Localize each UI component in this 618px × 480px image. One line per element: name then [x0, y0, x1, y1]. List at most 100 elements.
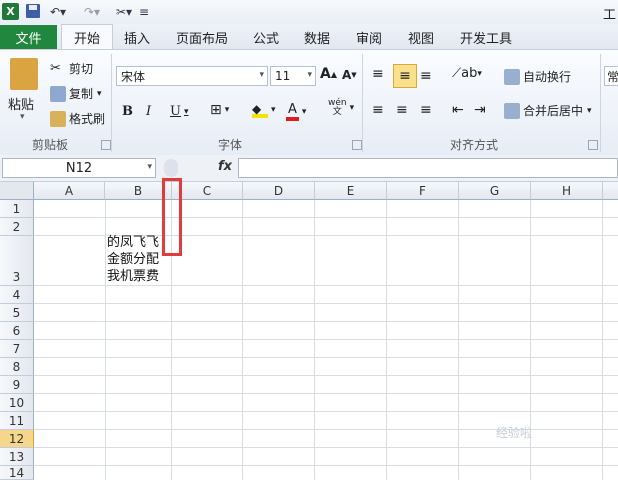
- row-header-14[interactable]: 14: [0, 466, 34, 480]
- merge-icon: [504, 102, 520, 119]
- orientation-button[interactable]: ⟋ab ▾: [452, 66, 482, 81]
- number-format-value: 常: [607, 69, 618, 84]
- grid-line: [242, 200, 243, 480]
- tab-review[interactable]: 审阅: [350, 25, 388, 49]
- row-header-12[interactable]: 12: [0, 430, 34, 448]
- decrease-indent-button[interactable]: ⇤: [452, 102, 464, 118]
- column-header-f[interactable]: F: [387, 182, 459, 200]
- align-top-button[interactable]: ≡: [372, 66, 384, 82]
- grid-line: [34, 465, 618, 466]
- row-header-13[interactable]: 13: [0, 448, 34, 466]
- highlight-box: [162, 178, 182, 256]
- align-center-button[interactable]: ≡: [396, 102, 408, 118]
- align-left-button[interactable]: ≡: [372, 102, 384, 118]
- wrap-text-icon: [504, 68, 520, 85]
- group-divider: [600, 54, 601, 152]
- row-header-2[interactable]: 2: [0, 218, 34, 236]
- font-size-combo[interactable]: 11 ▾: [270, 66, 316, 86]
- chevron-down-icon: ▾: [147, 162, 152, 172]
- align-right-button[interactable]: ≡: [420, 102, 432, 118]
- row-header-8[interactable]: 8: [0, 358, 34, 376]
- format-painter-button[interactable]: 格式刷: [50, 110, 105, 127]
- grid-line: [314, 200, 315, 480]
- window-title: 工: [602, 8, 616, 23]
- row-header-11[interactable]: 11: [0, 412, 34, 430]
- column-header-g[interactable]: G: [459, 182, 531, 200]
- row-header-4[interactable]: 4: [0, 286, 34, 304]
- tab-home[interactable]: 开始: [61, 24, 113, 49]
- grid-line: [458, 200, 459, 480]
- name-box[interactable]: N12 ▾: [2, 158, 156, 178]
- row-header-6[interactable]: 6: [0, 322, 34, 340]
- row-header-9[interactable]: 9: [0, 376, 34, 394]
- align-middle-button[interactable]: ≡: [393, 64, 417, 88]
- format-painter-label: 格式刷: [69, 112, 106, 126]
- font-name-combo[interactable]: 宋体 ▾: [116, 66, 268, 86]
- row-header-1[interactable]: 1: [0, 200, 34, 218]
- cut-label: 剪切: [69, 62, 94, 76]
- wrap-text-label: 自动换行: [523, 70, 572, 84]
- tab-insert[interactable]: 插入: [118, 25, 156, 49]
- font-size-value: 11: [275, 69, 291, 83]
- scissors-icon: ✂: [50, 60, 61, 76]
- grid-line: [34, 303, 618, 304]
- cut-button[interactable]: ✂ 剪切: [50, 60, 93, 77]
- column-header-a[interactable]: A: [34, 182, 105, 200]
- align-bottom-button[interactable]: ≡: [420, 68, 432, 84]
- tab-page-layout[interactable]: 页面布局: [170, 25, 234, 49]
- grid-line: [34, 339, 618, 340]
- insert-function-icon[interactable]: fx: [218, 159, 232, 174]
- redo-icon[interactable]: ↷▾: [82, 3, 102, 20]
- tab-developer[interactable]: 开发工具: [454, 25, 518, 49]
- formula-input[interactable]: [238, 158, 618, 178]
- clipboard-group-label: 剪贴板: [31, 138, 68, 152]
- number-format-combo[interactable]: 常: [604, 66, 618, 86]
- row-header-7[interactable]: 7: [0, 340, 34, 358]
- customize-qat-icon[interactable]: ≡: [138, 3, 150, 20]
- select-all-corner[interactable]: [0, 182, 34, 200]
- excel-icon[interactable]: X: [2, 3, 19, 20]
- font-color-button[interactable]: A ▾: [286, 102, 306, 121]
- tab-formulas[interactable]: 公式: [248, 25, 284, 49]
- paste-button[interactable]: 粘贴: [8, 94, 34, 113]
- underline-button[interactable]: U ▾: [170, 104, 189, 119]
- grow-font-button[interactable]: A ▲: [320, 66, 337, 82]
- tools-icon[interactable]: ✂▾: [112, 3, 136, 20]
- column-header-h[interactable]: H: [531, 182, 603, 200]
- column-header-i[interactable]: [603, 182, 618, 200]
- orientation-icon: ⟋ab: [452, 66, 478, 81]
- grid-line: [34, 447, 618, 448]
- brush-icon: [50, 110, 66, 127]
- undo-icon[interactable]: ↶▾: [48, 3, 68, 20]
- wrap-text-button[interactable]: 自动换行: [504, 68, 571, 85]
- alignment-group-label: 对齐方式: [449, 138, 498, 152]
- tab-view[interactable]: 视图: [402, 25, 440, 49]
- fill-color-icon: ◆: [252, 102, 268, 118]
- paste-dropdown-icon[interactable]: ▾: [20, 112, 25, 122]
- save-icon[interactable]: [26, 4, 40, 18]
- row-header-3[interactable]: 3: [0, 236, 34, 286]
- phonetic-button[interactable]: wén 文 ▾: [328, 99, 354, 117]
- paste-icon[interactable]: [10, 58, 38, 90]
- clipboard-launcher-icon[interactable]: [101, 140, 111, 150]
- font-launcher-icon[interactable]: [352, 140, 362, 150]
- copy-label: 复制: [69, 87, 94, 101]
- column-header-d[interactable]: D: [243, 182, 315, 200]
- alignment-launcher-icon[interactable]: [588, 140, 598, 150]
- column-header-e[interactable]: E: [315, 182, 387, 200]
- row-header-5[interactable]: 5: [0, 304, 34, 322]
- copy-button[interactable]: 复制 ▾: [50, 85, 102, 102]
- row-header-10[interactable]: 10: [0, 394, 34, 412]
- tab-data[interactable]: 数据: [298, 25, 336, 49]
- column-header-c[interactable]: C: [172, 182, 243, 200]
- shrink-font-button[interactable]: A ▼: [342, 68, 357, 82]
- fill-color-button[interactable]: ◆ ▾: [252, 102, 276, 118]
- grow-font-icon: A: [320, 66, 331, 82]
- file-tab[interactable]: 文件: [0, 25, 57, 49]
- formula-bar-resize-handle[interactable]: [164, 159, 178, 177]
- italic-button[interactable]: I: [146, 104, 151, 119]
- borders-button[interactable]: ⊞ ▾: [210, 102, 229, 118]
- merge-center-button[interactable]: 合并后居中 ▾: [504, 102, 592, 119]
- increase-indent-button[interactable]: ⇥: [474, 102, 486, 118]
- bold-button[interactable]: B: [122, 104, 133, 119]
